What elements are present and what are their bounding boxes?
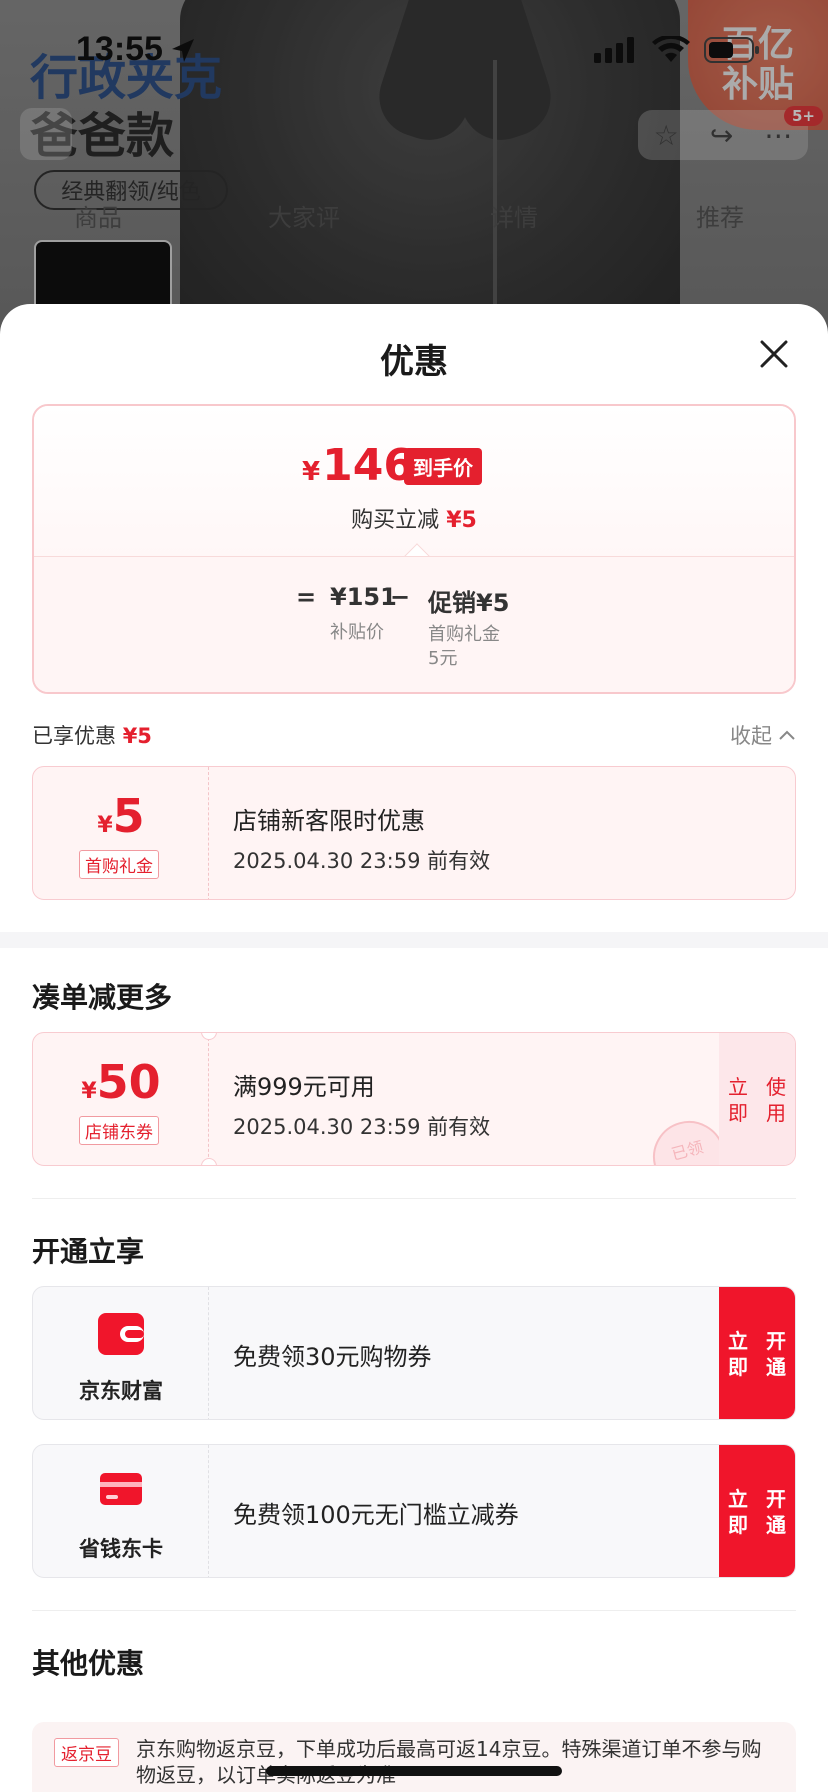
coupon-title: 店铺新客限时优惠 xyxy=(233,807,425,835)
enjoyed-value: ¥5 xyxy=(122,724,152,748)
divider xyxy=(32,1198,796,1199)
jd-finance-card: 京东财富 免费领30元购物券 立即 开通 xyxy=(32,1286,796,1420)
section-separator xyxy=(0,932,828,948)
coupon-amount-value: 5 xyxy=(112,789,145,843)
promo-detail-line1: 首购礼金 xyxy=(428,624,500,645)
price-summary-card: ¥ 146 到手价 购买立减 ¥5 = ¥151 − 促销¥5 补贴价 首购礼金… xyxy=(32,404,796,694)
currency-symbol: ¥ xyxy=(302,457,321,487)
coupon-kind-badge: 首购礼金 xyxy=(79,850,159,879)
open-benefits-title: 开通立享 xyxy=(32,1235,145,1268)
member-benefit-text: 免费领30元购物券 xyxy=(233,1343,432,1371)
coupon-amount: ¥50 xyxy=(33,1055,209,1109)
store-coupon: ¥50 店铺东券 满999元可用 2025.04.30 23:59 前有效 已领… xyxy=(32,1032,796,1166)
enjoyed-label-text: 已享优惠 xyxy=(32,724,116,748)
member-icon-wrap xyxy=(33,1471,209,1507)
member-name: 京东财富 xyxy=(79,1379,163,1403)
purchase-reduction: 购买立减 ¥5 xyxy=(34,502,794,534)
member-benefit-text: 免费领100元无门槛立减券 xyxy=(233,1501,519,1529)
wallet-icon xyxy=(98,1313,144,1355)
purchase-reduction-value: ¥5 xyxy=(446,508,477,533)
promo-amount: 促销¥5 xyxy=(428,589,510,617)
activate-now-button[interactable]: 立即 开通 xyxy=(719,1287,795,1419)
use-now-button[interactable]: 立即 使用 xyxy=(719,1033,795,1165)
base-price-label: 补贴价 xyxy=(330,622,384,643)
divider xyxy=(32,1610,796,1611)
coupon-title: 满999元可用 xyxy=(233,1073,375,1101)
member-icon-panel: 省钱东卡 xyxy=(33,1445,209,1577)
coupon-amount-value: 50 xyxy=(96,1055,161,1109)
base-price: ¥151 xyxy=(330,583,397,611)
card-icon xyxy=(100,1473,142,1505)
equals-sign: = xyxy=(296,583,317,611)
home-indicator[interactable] xyxy=(266,1766,562,1776)
activate-now-button[interactable]: 立即 开通 xyxy=(719,1445,795,1577)
cashback-beans-box: 返京豆 京东购物返京豆，下单成功后最高可返14京豆。特殊渠道订单不参与购物返豆，… xyxy=(32,1722,796,1792)
coupon-kind-badge: 店铺东券 xyxy=(79,1116,159,1145)
minus-sign: − xyxy=(390,583,411,611)
cashback-beans-text: 京东购物返京豆，下单成功后最高可返14京豆。特殊渠道订单不参与购物返豆，以订单实… xyxy=(136,1737,762,1787)
discount-sheet: 优惠 ¥ 146 到手价 购买立减 ¥5 = ¥151 − 促销¥5 补贴价 首… xyxy=(0,304,828,1792)
coupon-amount: ¥5 xyxy=(33,789,209,843)
sheet-title: 优惠 xyxy=(380,342,448,382)
other-discounts-title: 其他优惠 xyxy=(32,1647,145,1680)
enjoyed-discount-row: 已享优惠 ¥5 收起 xyxy=(32,716,796,752)
member-icon-wrap xyxy=(33,1313,209,1355)
chevron-up-icon xyxy=(779,730,795,740)
coupon-validity: 2025.04.30 23:59 前有效 xyxy=(233,1115,491,1139)
cashback-beans-tag: 返京豆 xyxy=(54,1738,119,1767)
coupon-validity: 2025.04.30 23:59 前有效 xyxy=(233,849,491,873)
purchase-reduction-label: 购买立减 xyxy=(351,508,440,533)
price-breakdown: = ¥151 − 促销¥5 补贴价 首购礼金 5元 xyxy=(34,556,794,692)
price-summary-top: ¥ 146 到手价 购买立减 ¥5 xyxy=(34,406,794,556)
ticket-notch-bottom xyxy=(201,1158,217,1165)
first-purchase-coupon: ¥5 首购礼金 店铺新客限时优惠 2025.04.30 23:59 前有效 xyxy=(32,766,796,900)
more-discounts-title: 凑单减更多 xyxy=(32,981,173,1014)
final-price-tag: 到手价 xyxy=(404,448,482,485)
coupon-value-panel: ¥5 首购礼金 xyxy=(33,767,209,899)
collapse-label: 收起 xyxy=(730,724,772,748)
final-price: ¥ 146 xyxy=(302,440,414,491)
promo-detail-line2: 5元 xyxy=(428,648,458,669)
final-price-value: 146 xyxy=(322,440,414,491)
close-icon[interactable] xyxy=(756,336,792,372)
collapse-toggle[interactable]: 收起 xyxy=(730,720,796,750)
currency-symbol: ¥ xyxy=(81,1079,97,1104)
enjoyed-discount-label: 已享优惠 ¥5 xyxy=(32,720,152,750)
currency-symbol: ¥ xyxy=(97,813,113,838)
savings-card: 省钱东卡 免费领100元无门槛立减券 立即 开通 xyxy=(32,1444,796,1578)
coupon-value-panel: ¥50 店铺东券 xyxy=(33,1033,209,1165)
member-icon-panel: 京东财富 xyxy=(33,1287,209,1419)
member-name: 省钱东卡 xyxy=(79,1537,163,1561)
